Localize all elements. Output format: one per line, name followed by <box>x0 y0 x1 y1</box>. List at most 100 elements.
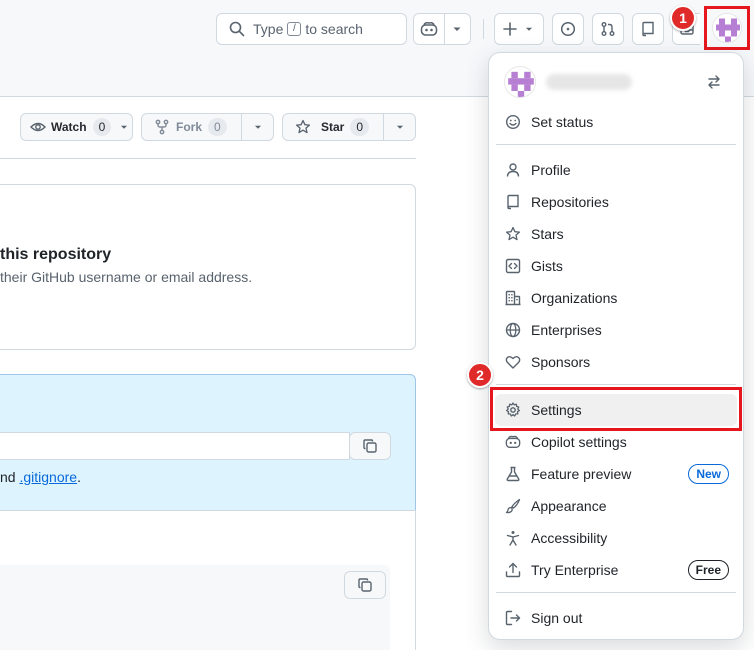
quick-text-prefix: nd <box>0 469 16 485</box>
search-prefix: Type <box>253 21 284 37</box>
menu-item-sign-out[interactable]: Sign out <box>495 602 737 634</box>
search-icon <box>229 21 245 37</box>
identicon-image <box>505 67 535 97</box>
menu-item-label: Try Enterprise <box>531 562 619 578</box>
free-badge: Free <box>687 560 729 580</box>
code-snippet-box <box>0 565 390 650</box>
invite-title: this repository <box>0 246 112 263</box>
repo-forked-icon <box>155 119 169 135</box>
globe-icon <box>505 322 521 338</box>
quick-setup-text: nd .gitignore. <box>0 469 81 485</box>
paintbrush-icon <box>505 498 521 514</box>
menu-item-profile[interactable]: Profile <box>495 154 737 186</box>
star-count: 0 <box>350 118 370 136</box>
chevron-down-icon <box>453 27 460 31</box>
chevron-down-icon <box>254 125 261 129</box>
menu-item-label: Repositories <box>531 194 609 210</box>
annotation-step-2: 2 <box>467 362 493 388</box>
menu-item-set-status[interactable]: Set status <box>495 106 737 138</box>
menu-divider <box>496 592 736 593</box>
chevron-down-icon <box>396 125 403 129</box>
menu-item-label: Sign out <box>531 610 583 626</box>
create-new-button[interactable] <box>494 13 544 45</box>
fork-count: 0 <box>208 118 227 136</box>
repo-icon <box>642 21 654 37</box>
fork-dropdown-button[interactable] <box>241 114 273 140</box>
menu-item-accessibility[interactable]: Accessibility <box>495 522 737 554</box>
menu-item-label: Stars <box>531 226 564 242</box>
plus-icon <box>503 22 517 36</box>
copy-icon <box>363 439 377 453</box>
upload-icon <box>505 562 521 578</box>
fork-button[interactable]: Fork 0 <box>141 113 274 141</box>
user-menu-header <box>504 66 730 98</box>
avatar <box>504 66 536 98</box>
menu-item-label: Enterprises <box>531 322 602 338</box>
repositories-button[interactable] <box>632 13 664 45</box>
menu-item-enterprises[interactable]: Enterprises <box>495 314 737 346</box>
divider <box>0 158 416 159</box>
copilot-button[interactable] <box>413 13 471 45</box>
menu-item-gists[interactable]: Gists <box>495 250 737 282</box>
star-dropdown-button[interactable] <box>383 114 415 140</box>
copy-icon <box>358 578 372 592</box>
header-divider <box>483 19 484 39</box>
menu-divider <box>496 384 736 385</box>
accessibility-icon <box>506 531 520 546</box>
quick-text-suffix: . <box>77 469 81 485</box>
copy-url-button[interactable] <box>349 432 391 460</box>
user-avatar-button[interactable] <box>704 6 750 50</box>
copilot-icon <box>420 22 437 36</box>
git-pull-request-icon <box>601 22 615 36</box>
clone-url-input[interactable] <box>0 432 350 460</box>
menu-item-label: Set status <box>531 114 594 130</box>
chevron-down-icon <box>121 125 128 129</box>
person-icon <box>506 163 520 177</box>
menu-divider <box>496 144 736 145</box>
menu-item-label: Profile <box>531 162 571 178</box>
heart-icon <box>505 356 521 369</box>
new-badge: New <box>688 464 729 484</box>
repo-icon <box>507 194 519 210</box>
invite-collaborators-box <box>0 184 416 350</box>
identicon-image <box>713 14 741 42</box>
smiley-icon <box>505 114 521 130</box>
menu-item-try-enterprise[interactable]: Try Enterprise Free <box>495 554 737 586</box>
menu-item-repositories[interactable]: Repositories <box>495 186 737 218</box>
menu-item-label: Appearance <box>531 498 607 514</box>
star-label: Star <box>321 120 345 134</box>
issues-button[interactable] <box>552 13 584 45</box>
search-suffix: to search <box>305 21 363 37</box>
menu-item-organizations[interactable]: Organizations <box>495 282 737 314</box>
menu-item-label: Accessibility <box>531 530 608 546</box>
divider <box>415 510 416 650</box>
menu-item-appearance[interactable]: Appearance <box>495 490 737 522</box>
star-icon <box>295 119 311 134</box>
menu-item-stars[interactable]: Stars <box>495 218 737 250</box>
sign-out-icon <box>505 610 521 626</box>
gitignore-link[interactable]: .gitignore <box>19 469 77 485</box>
menu-item-feature-preview[interactable]: Feature preview New <box>495 458 737 490</box>
invite-description: their GitHub username or email address. <box>0 269 253 285</box>
pull-requests-button[interactable] <box>592 13 624 45</box>
username-redacted <box>546 74 632 90</box>
issue-opened-icon <box>560 21 576 37</box>
menu-item-label: Copilot settings <box>531 434 627 450</box>
divider <box>0 510 416 511</box>
menu-item-label: Feature preview <box>531 466 632 482</box>
copilot-icon <box>505 435 521 448</box>
star-button[interactable]: Star 0 <box>282 113 416 141</box>
eye-icon <box>30 122 46 132</box>
menu-item-label: Gists <box>531 258 563 274</box>
star-icon <box>505 226 521 241</box>
switch-account-icon[interactable] <box>706 74 722 90</box>
menu-item-sponsors[interactable]: Sponsors <box>495 346 737 378</box>
search-input[interactable]: Type / to search <box>216 13 407 45</box>
search-shortcut-key: / <box>287 22 302 36</box>
watch-count: 0 <box>92 118 112 136</box>
copy-code-button[interactable] <box>344 571 386 599</box>
menu-item-label: Organizations <box>531 290 618 306</box>
watch-button[interactable]: Watch 0 <box>20 113 133 141</box>
settings-highlight-box <box>490 387 742 431</box>
annotation-step-1: 1 <box>670 5 696 31</box>
